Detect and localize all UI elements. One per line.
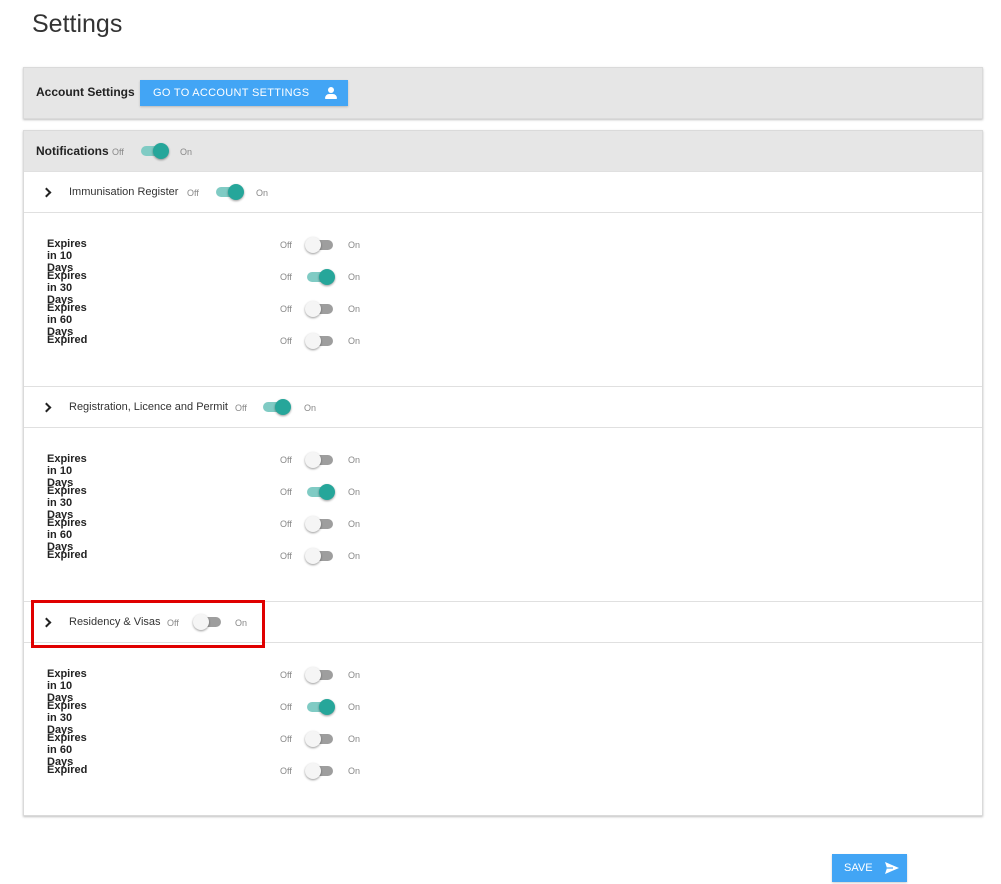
toggle-off-text: Off xyxy=(280,670,292,680)
toggle-off-text: Off xyxy=(280,519,292,529)
row-label: Expires in 30 Days xyxy=(47,700,87,736)
section-label: Immunisation Register xyxy=(69,186,179,198)
toggle-on-text: On xyxy=(348,734,361,744)
expired-toggle[interactable] xyxy=(305,761,334,781)
expires-10-days-toggle[interactable] xyxy=(305,665,334,685)
notifications-header: Notifications Off On xyxy=(24,131,982,171)
notifications-label: Notifications xyxy=(36,144,109,158)
residency-visas-toggle[interactable] xyxy=(193,612,222,632)
expires-30-days-toggle[interactable] xyxy=(306,697,335,717)
toggle-on-text: On xyxy=(348,455,361,465)
toggle-off-text: Off xyxy=(280,455,292,465)
toggle-on-text: On xyxy=(348,487,361,497)
section-registration-licence-permit: Registration, Licence and Permit Off On xyxy=(24,386,982,428)
section-immunisation-register: Immunisation Register Off On xyxy=(24,171,982,213)
toggle-on-text: On xyxy=(235,618,248,628)
account-settings-card: Account Settings GO TO ACCOUNT SETTINGS xyxy=(23,67,983,119)
toggle-off-text: Off xyxy=(112,147,124,157)
toggle-on-text: On xyxy=(348,304,361,314)
expires-60-days-toggle[interactable] xyxy=(305,729,334,749)
toggle-off-text: Off xyxy=(280,702,292,712)
toggle-on-text: On xyxy=(348,336,361,346)
toggle-on-text: On xyxy=(348,240,361,250)
toggle-on-text: On xyxy=(348,702,361,712)
toggle-on-text: On xyxy=(348,766,361,776)
row-label: Expires in 60 Days xyxy=(47,732,87,768)
chevron-right-icon[interactable] xyxy=(43,402,51,414)
toggle-on-text: On xyxy=(348,670,361,680)
immunisation-register-toggle[interactable] xyxy=(215,182,244,202)
send-icon xyxy=(884,862,899,874)
toggle-off-text: Off xyxy=(280,734,292,744)
row-label: Expires in 30 Days xyxy=(47,485,87,521)
toggle-off-text: Off xyxy=(235,403,247,413)
row-label: Expires in 60 Days xyxy=(47,517,87,553)
go-to-account-settings-button[interactable]: GO TO ACCOUNT SETTINGS xyxy=(140,80,348,106)
toggle-off-text: Off xyxy=(280,240,292,250)
toggle-off-text: Off xyxy=(280,551,292,561)
toggle-on-text: On xyxy=(348,551,361,561)
row-label: Expired xyxy=(47,334,88,346)
row-label: Expired xyxy=(47,764,88,776)
row-label: Expires in 10 Days xyxy=(47,238,87,274)
toggle-on-text: On xyxy=(256,188,269,198)
expires-60-days-toggle[interactable] xyxy=(305,514,334,534)
toggle-on-text: On xyxy=(348,272,361,282)
notifications-card: Notifications Off On Immunisation Regist… xyxy=(23,130,983,816)
person-icon xyxy=(325,87,338,99)
toggle-off-text: Off xyxy=(187,188,199,198)
expired-toggle[interactable] xyxy=(305,331,334,351)
save-label: SAVE xyxy=(844,862,873,874)
toggle-off-text: Off xyxy=(167,618,179,628)
expires-10-days-toggle[interactable] xyxy=(305,235,334,255)
expires-60-days-toggle[interactable] xyxy=(305,299,334,319)
row-label: Expired xyxy=(47,549,88,561)
row-label: Expires in 10 Days xyxy=(47,668,87,704)
chevron-right-icon[interactable] xyxy=(43,617,51,629)
section-residency-visas: Residency & Visas Off On xyxy=(24,601,982,643)
section-label: Registration, Licence and Permit xyxy=(69,401,228,413)
toggle-off-text: Off xyxy=(280,336,292,346)
toggle-on-text: On xyxy=(348,519,361,529)
row-label: Expires in 30 Days xyxy=(47,270,87,306)
registration-licence-permit-toggle[interactable] xyxy=(262,397,291,417)
toggle-on-text: On xyxy=(304,403,317,413)
toggle-off-text: Off xyxy=(280,272,292,282)
expires-30-days-toggle[interactable] xyxy=(306,267,335,287)
account-settings-label: Account Settings xyxy=(36,85,135,99)
page-title: Settings xyxy=(32,10,123,38)
row-label: Expires in 10 Days xyxy=(47,453,87,489)
chevron-right-icon[interactable] xyxy=(43,187,51,199)
go-to-account-settings-label: GO TO ACCOUNT SETTINGS xyxy=(153,87,310,99)
notifications-toggle[interactable] xyxy=(140,141,169,161)
toggle-off-text: Off xyxy=(280,304,292,314)
toggle-on-text: On xyxy=(180,147,193,157)
expired-toggle[interactable] xyxy=(305,546,334,566)
expires-30-days-toggle[interactable] xyxy=(306,482,335,502)
row-label: Expires in 60 Days xyxy=(47,302,87,338)
toggle-off-text: Off xyxy=(280,487,292,497)
expires-10-days-toggle[interactable] xyxy=(305,450,334,470)
toggle-off-text: Off xyxy=(280,766,292,776)
section-label: Residency & Visas xyxy=(69,616,161,628)
save-button[interactable]: SAVE xyxy=(832,854,907,882)
